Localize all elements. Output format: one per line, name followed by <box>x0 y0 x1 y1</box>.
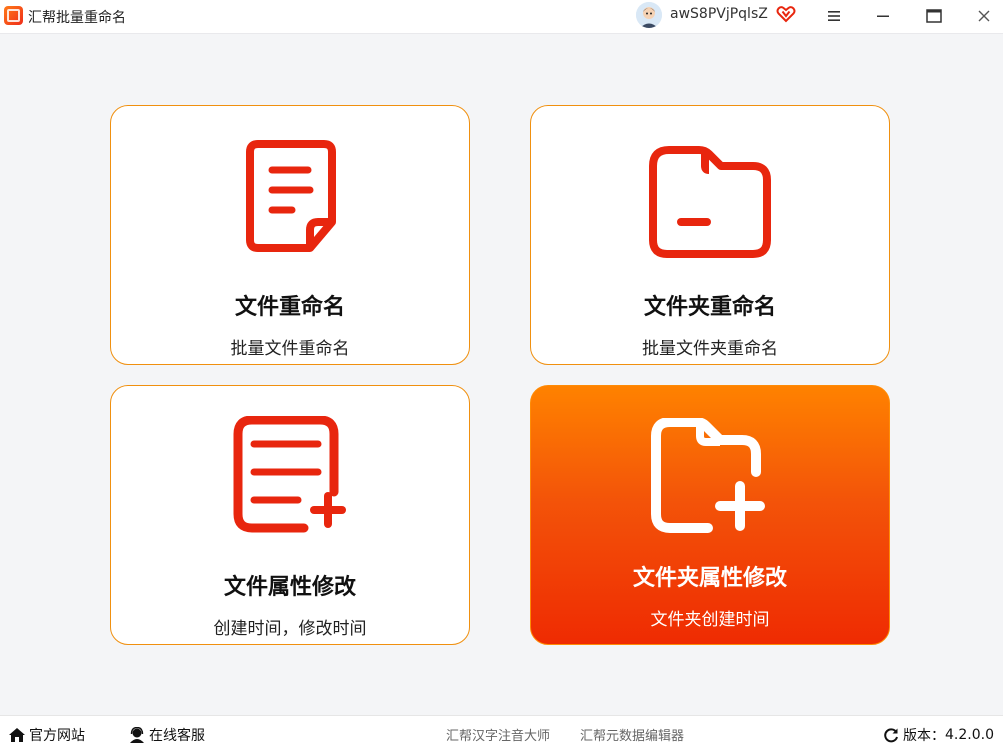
footer-bar: 官方网站 在线客服 汇帮汉字注音大师 汇帮元数据编辑器 版本： 4.2.0.0 <box>0 715 1003 747</box>
minimize-button[interactable] <box>863 0 903 32</box>
home-icon <box>9 728 25 742</box>
version-info[interactable]: 版本： 4.2.0.0 <box>882 725 994 745</box>
card-title: 文件夹属性修改 <box>632 566 787 591</box>
maximize-button[interactable] <box>914 0 954 32</box>
card-subtitle: 创建时间，修改时间 <box>213 619 367 639</box>
card-subtitle: 批量文件夹重命名 <box>642 339 778 359</box>
minimize-icon <box>877 15 889 17</box>
online-service-link[interactable]: 在线客服 <box>128 725 205 745</box>
close-button[interactable] <box>964 0 1003 32</box>
card-subtitle: 文件夹创建时间 <box>650 610 770 630</box>
card-subtitle: 批量文件重命名 <box>230 339 350 359</box>
folder-attribute-card[interactable]: 文件夹属性修改 文件夹创建时间 <box>530 385 890 645</box>
app-logo-icon <box>4 6 23 25</box>
pinyin-master-link[interactable]: 汇帮汉字注音大师 <box>446 725 550 744</box>
customer-service-icon <box>130 727 144 743</box>
username[interactable]: awS8PVjPqlsZ <box>670 6 768 22</box>
online-service-label: 在线客服 <box>149 728 205 744</box>
maximize-icon <box>926 9 942 23</box>
official-site-label: 官方网站 <box>29 728 85 744</box>
folder-rename-card[interactable]: 文件夹重命名 批量文件夹重命名 <box>530 105 890 365</box>
vip-heart-icon[interactable] <box>776 4 796 24</box>
card-title: 文件夹重命名 <box>643 295 776 320</box>
document-icon <box>246 140 336 252</box>
card-title: 文件属性修改 <box>223 575 356 600</box>
close-icon <box>978 10 990 22</box>
menu-button[interactable] <box>814 0 854 32</box>
folder-add-icon <box>651 418 765 533</box>
file-attribute-card[interactable]: 文件属性修改 创建时间，修改时间 <box>110 385 470 645</box>
hamburger-menu-icon <box>828 11 840 21</box>
user-avatar[interactable] <box>636 2 662 28</box>
metadata-editor-link[interactable]: 汇帮元数据编辑器 <box>580 725 684 744</box>
card-title: 文件重命名 <box>234 295 345 320</box>
document-add-icon <box>233 416 346 533</box>
official-site-link[interactable]: 官方网站 <box>8 725 85 745</box>
version-label: 版本： <box>903 728 945 744</box>
version-number: 4.2.0.0 <box>945 727 994 743</box>
app-title: 汇帮批量重命名 <box>28 10 126 26</box>
file-rename-card[interactable]: 文件重命名 批量文件重命名 <box>110 105 470 365</box>
title-bar: 汇帮批量重命名 awS8PVjPqlsZ <box>0 0 1003 34</box>
folder-icon <box>649 146 771 258</box>
refresh-icon <box>884 728 898 743</box>
